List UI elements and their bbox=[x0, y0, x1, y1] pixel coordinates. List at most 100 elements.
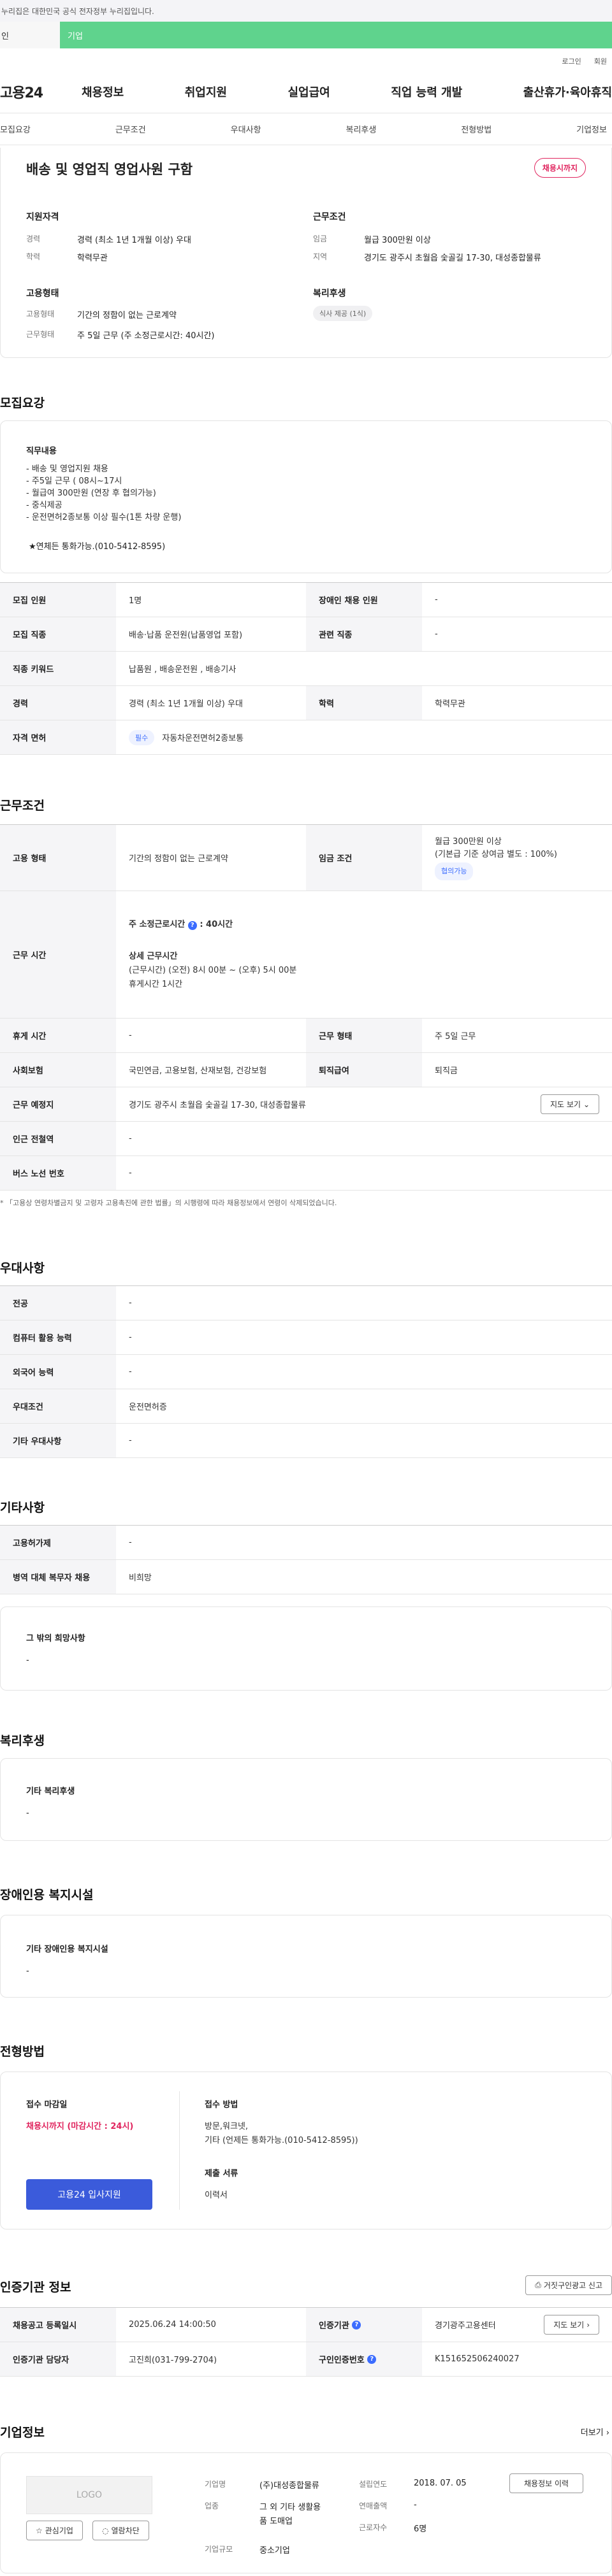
td-insurance: 국민연금, 고용보험, 산재보험, 건강보험 bbox=[129, 1066, 267, 1076]
login-link[interactable]: 로그인 bbox=[562, 56, 581, 70]
qualification-title: 지원자격 bbox=[26, 212, 59, 222]
th-subway: 인근 전철역 bbox=[0, 1122, 116, 1156]
th-bus: 버스 노선 번호 bbox=[0, 1156, 116, 1190]
disabled-facility-title: 장애인용 복지시설 bbox=[0, 1888, 94, 1902]
th-workplace: 근무 예정지 bbox=[0, 1087, 116, 1121]
preferences-title: 우대사항 bbox=[0, 1261, 45, 1275]
table-row: 고용허가제 - bbox=[0, 1526, 612, 1560]
table-row: 자격 면허 필수 자동차운전면허2종보통 bbox=[0, 720, 612, 755]
th-rest: 휴게 시간 bbox=[0, 1019, 116, 1052]
th-career: 경력 bbox=[0, 686, 116, 720]
company-name-label: 기업명 bbox=[205, 2480, 226, 2489]
section-nav: 모집요강 근무조건 우대사항 복리후생 전형방법 기업정보 bbox=[0, 113, 612, 145]
subnav-selection[interactable]: 전형방법 bbox=[461, 123, 492, 135]
td-cert-number: K151652506240027 bbox=[435, 2354, 520, 2364]
employees-value: 6명 bbox=[414, 2524, 427, 2534]
block-label: 열람차단 bbox=[111, 2526, 140, 2535]
detail-hours-title: 상세 근무시간 bbox=[129, 951, 178, 961]
subnav-company[interactable]: 기업정보 bbox=[576, 123, 607, 135]
welfare-card: 기타 복리후생 - bbox=[0, 1758, 612, 1841]
global-nav: 고용24 채용정보 취업지원 실업급여 직업 능력 개발 출산휴가·육아휴직 bbox=[0, 70, 612, 113]
license-value: 자동차운전면허2종보통 bbox=[162, 734, 244, 743]
table-row: 기타 우대사항 - bbox=[0, 1424, 612, 1458]
disabled-box-title: 기타 장애인용 복지시설 bbox=[26, 1945, 108, 1954]
recruit-table: 모집 인원 1명 장애인 채용 인원 - 모집 직종 배송·납품 운전원(납품영업 포함… bbox=[0, 582, 612, 755]
td-employment: 기간의 정함이 없는 근로계약 bbox=[129, 854, 228, 864]
th-computer: 컴퓨터 활용 능력 bbox=[0, 1320, 116, 1354]
sales-label: 연매출액 bbox=[359, 2501, 388, 2510]
th-cert-agency: 인증기관 ? bbox=[306, 2308, 422, 2342]
chevron-right-icon: › bbox=[606, 2428, 609, 2438]
map-button[interactable]: 지도 보기 ⌄ bbox=[540, 1094, 599, 1114]
industry-value-1: 그 외 기타 생활용 bbox=[259, 2503, 321, 2512]
subnav-conditions[interactable]: 근무조건 bbox=[115, 123, 146, 135]
hiring-history-button[interactable]: 채용정보 이력 bbox=[509, 2473, 584, 2493]
gnb-item-unemployment-benefit[interactable]: 실업급여 bbox=[288, 83, 330, 100]
wish-title: 그 밖의 희망사항 bbox=[26, 1634, 85, 1643]
block-view-button[interactable]: ◌ 열람차단 bbox=[92, 2521, 149, 2540]
td-language: - bbox=[129, 1367, 132, 1377]
table-row: 컴퓨터 활용 능력 - bbox=[0, 1320, 612, 1355]
gnb-item-jobs[interactable]: 채용정보 bbox=[82, 83, 124, 100]
apply-button[interactable]: 고용24 입사지원 bbox=[26, 2179, 152, 2210]
subnav-preferences[interactable]: 우대사항 bbox=[231, 123, 261, 135]
table-row: 모집 인원 1명 장애인 채용 인원 - bbox=[0, 583, 612, 617]
agency-map-button[interactable]: 지도 보기 › bbox=[544, 2315, 599, 2335]
company-more-link[interactable]: 더보기 › bbox=[581, 2426, 609, 2438]
company-card: LOGO ☆ 관심기업 ◌ 열람차단 기업명 (주)대성종합물류 설립연도 2018… bbox=[0, 2452, 612, 2573]
th-permit: 고용허가제 bbox=[0, 1526, 116, 1559]
weekly-hours: 주 소정근로시간 ? : 40시간 bbox=[129, 918, 233, 932]
desc-line: - 중식제공 bbox=[26, 501, 62, 510]
welfare-title: 복리후생 bbox=[0, 1734, 45, 1748]
join-link[interactable]: 회원 bbox=[594, 56, 607, 70]
break-hours: 휴게시간 1시간 bbox=[129, 979, 183, 989]
info-icon[interactable]: ? bbox=[187, 920, 197, 930]
gnb-menu: 채용정보 취업지원 실업급여 직업 능력 개발 출산휴가·육아휴직 bbox=[82, 83, 612, 100]
cert-title: 인증기관 정보 bbox=[0, 2280, 71, 2294]
subnav-recruit[interactable]: 모집요강 bbox=[0, 123, 31, 135]
required-tag: 필수 bbox=[129, 729, 155, 745]
weekly-hours-value: : 40시간 bbox=[200, 919, 233, 929]
table-row: 채용공고 등록일시 2025.06.24 14:00:50 인증기관 ? 경기광주고용… bbox=[0, 2308, 612, 2342]
subnav-welfare[interactable]: 복리후생 bbox=[346, 123, 376, 135]
gnb-item-training[interactable]: 직업 능력 개발 bbox=[391, 83, 462, 100]
tab-company[interactable]: 기업 bbox=[60, 22, 612, 48]
wage-line1: 월급 300만원 이상 bbox=[435, 836, 502, 847]
td-work-hours: 주 소정근로시간 ? : 40시간 상세 근무시간 (근무시간) (오전) 8시 0… bbox=[116, 891, 612, 1018]
tab-personal[interactable]: 인 bbox=[0, 22, 60, 48]
info-icon[interactable]: ? bbox=[367, 2354, 377, 2364]
th-education: 학력 bbox=[306, 686, 422, 720]
job-title: 배송 및 영업직 영업사원 구함 bbox=[26, 162, 193, 177]
td-education: 학력무관 bbox=[435, 699, 465, 709]
th-registered: 채용공고 등록일시 bbox=[0, 2308, 116, 2342]
disabled-facility-card: 기타 장애인용 복지시설 - bbox=[0, 1915, 612, 1998]
site-logo[interactable]: 고용24 bbox=[0, 82, 43, 102]
td-permit: - bbox=[129, 1538, 132, 1547]
th-work-type: 근무 형태 bbox=[306, 1019, 422, 1052]
preferences-table: 전공 - 컴퓨터 활용 능력 - 외국어 능력 - 우대조건 운전면허증 기타 우대사항… bbox=[0, 1285, 612, 1458]
th-keywords: 직종 키워드 bbox=[0, 652, 116, 685]
gnb-item-parental-leave[interactable]: 출산휴가·육아휴직 bbox=[523, 83, 612, 100]
desc-line: - 주5일 근무 ( 08시~17시 bbox=[26, 476, 122, 486]
th-pref-condition: 우대조건 bbox=[0, 1389, 116, 1423]
divider bbox=[179, 2091, 180, 2210]
report-label: 거짓구인광고 신고 bbox=[543, 2281, 602, 2290]
th-cert-number: 구인인증번호 ? bbox=[306, 2342, 422, 2376]
table-row: 휴게 시간 - 근무 형태 주 5일 근무 bbox=[0, 1019, 612, 1053]
table-row: 우대조건 운전면허증 bbox=[0, 1389, 612, 1424]
table-row: 경력 경력 (최소 1년 1개월 이상) 우대 학력 학력무관 bbox=[0, 686, 612, 720]
favorite-company-button[interactable]: ☆ 관심기업 bbox=[26, 2521, 83, 2540]
education-label: 학력 bbox=[26, 252, 41, 261]
table-row: 근무 시간 주 소정근로시간 ? : 40시간 상세 근무시간 (근무시간) (오전)… bbox=[0, 891, 612, 1019]
info-icon[interactable]: ? bbox=[352, 2320, 361, 2329]
company-size-value: 중소기업 bbox=[259, 2546, 290, 2556]
deadline-title: 접수 마감일 bbox=[26, 2100, 68, 2110]
employment-title: 고용형태 bbox=[26, 289, 59, 299]
job-summary-card: 배송 및 영업직 영업사원 구함 채용시까지 지원자격 경력 경력 (최소 1년… bbox=[0, 148, 612, 358]
utility-links: 로그인 회원 bbox=[0, 56, 612, 70]
report-fake-ad-button[interactable]: ⎙ 거짓구인광고 신고 bbox=[525, 2275, 612, 2295]
cert-agency-value: 경기광주고용센터 bbox=[435, 2321, 496, 2331]
gnb-item-employment-support[interactable]: 취업지원 bbox=[185, 83, 227, 100]
td-other-pref: - bbox=[129, 1436, 132, 1445]
td-count: 1명 bbox=[129, 596, 142, 606]
